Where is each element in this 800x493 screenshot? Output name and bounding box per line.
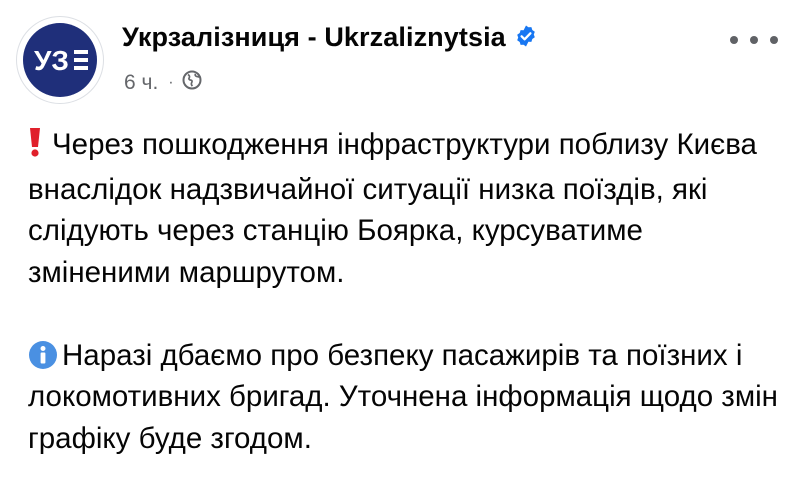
post-meta: 6 ч. · [124, 70, 202, 96]
red-exclamation-icon [28, 127, 42, 169]
post-paragraph-1: Через пошкодження інфраструктури поблизу… [28, 124, 788, 293]
page-name-text[interactable]: Укрзалізниця - Ukrzaliznytsia [122, 22, 506, 52]
ukrzaliznytsia-logo: УЗ [23, 23, 97, 97]
information-icon [28, 340, 58, 370]
globe-icon[interactable] [182, 70, 202, 96]
page-name-link[interactable]: Укрзалізниця - Ukrzaliznytsia [122, 22, 538, 55]
post-paragraph-2: Наразі дбаємо про безпеку пасажирів та п… [28, 335, 788, 460]
page-avatar[interactable]: УЗ [16, 16, 104, 104]
post-time[interactable]: 6 ч. [124, 71, 158, 95]
post-body: Через пошкодження інфраструктури поблизу… [28, 124, 788, 459]
post-paragraph-1-text: Через пошкодження інфраструктури поблизу… [28, 128, 757, 289]
uz-logo-icon: УЗ [34, 45, 88, 76]
facebook-post: УЗ Укрзалізниця - Ukrzaliznytsia 6 ч. · [0, 0, 800, 493]
more-options-icon[interactable] [730, 26, 778, 54]
verified-badge-icon [514, 24, 538, 55]
avatar-text: УЗ [34, 45, 69, 76]
meta-separator: · [168, 74, 174, 91]
post-paragraph-2-text: Наразі дбаємо про безпеку пасажирів та п… [28, 338, 778, 455]
